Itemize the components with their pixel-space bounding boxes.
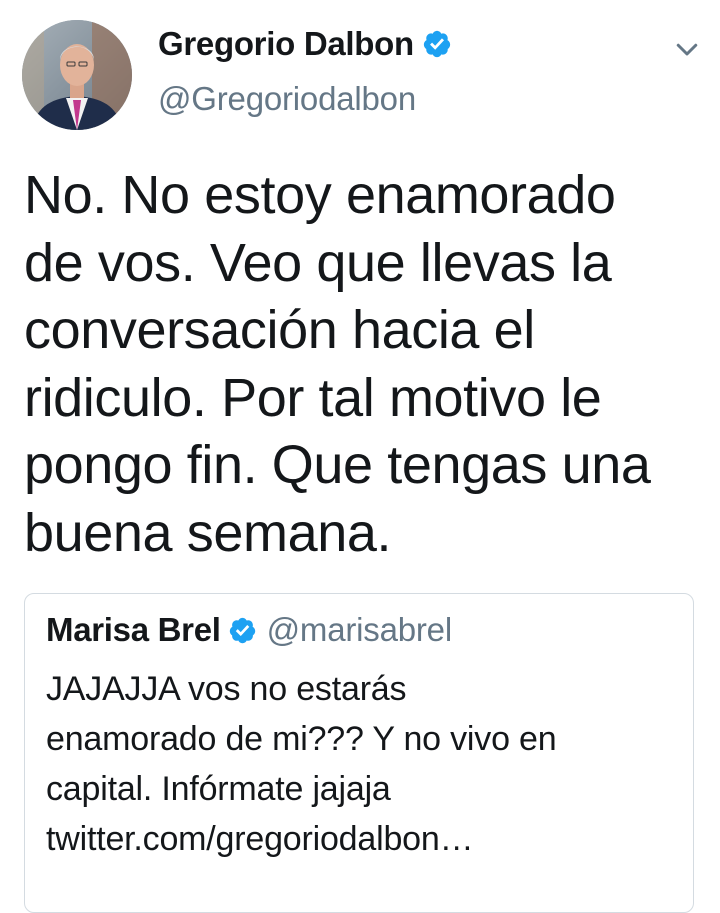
author-name-row[interactable]: Gregorio Dalbon [158, 22, 452, 66]
author-avatar[interactable] [22, 20, 132, 130]
chevron-down-icon[interactable] [672, 34, 702, 64]
verified-badge-icon [423, 30, 450, 58]
avatar-photo [22, 20, 132, 130]
quoted-tweet-text: JAJAJJA vos no estarás enamorado de mi??… [46, 670, 557, 858]
verified-badge-icon [229, 617, 255, 643]
author-handle[interactable]: @Gregoriodalbon [158, 80, 416, 118]
author-name[interactable]: Gregorio Dalbon [158, 25, 414, 63]
tweet-text: No. No estoy enamorado de vos. Veo que l… [24, 165, 651, 563]
tweet-card: Gregorio Dalbon @Gregoriodalbon No. No e… [0, 0, 720, 913]
quoted-tweet[interactable]: Marisa Brel @marisabrel JAJAJJA vos no e… [24, 593, 694, 913]
quoted-tweet-header: Marisa Brel @marisabrel [46, 608, 452, 652]
quoted-author-name: Marisa Brel [46, 611, 221, 648]
quoted-author-handle: @marisabrel [266, 611, 453, 648]
